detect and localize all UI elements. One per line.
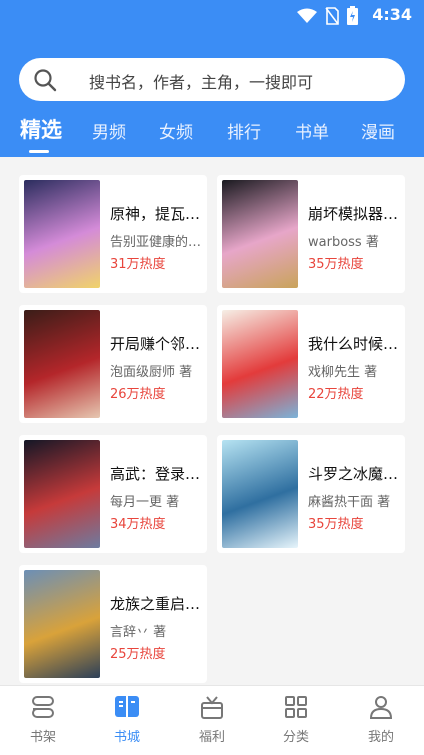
battery-icon — [347, 6, 358, 29]
tab-female[interactable]: 女频 — [159, 118, 193, 143]
book-cover — [24, 310, 100, 418]
nav-bookstore[interactable]: 书城 — [97, 694, 157, 745]
book-heat: 31万热度 — [110, 257, 166, 272]
book-title: 原神，提瓦… — [110, 205, 201, 223]
book-title: 龙族之重启… — [110, 595, 201, 613]
book-cover — [222, 310, 298, 418]
tab-ranking[interactable]: 排行 — [227, 118, 261, 143]
status-time: 4:34 — [372, 5, 412, 24]
book-heat: 22万热度 — [308, 387, 364, 402]
nav-bookshelf[interactable]: 书架 — [13, 694, 73, 745]
book-cover — [222, 180, 298, 288]
nav-label: 我的 — [367, 730, 394, 745]
book-open-icon — [114, 694, 140, 720]
tab-booklist[interactable]: 书单 — [295, 118, 329, 143]
book-card[interactable]: 崩坏模拟器… warboss 著 35万热度 — [217, 175, 405, 293]
bottom-nav: 书架 书城 福利 分类 我的 — [0, 685, 424, 755]
search-icon — [33, 68, 57, 92]
book-author: 泡面级厨师 著 — [110, 365, 193, 380]
book-card[interactable]: 我什么时候… 戏柳先生 著 22万热度 — [217, 305, 405, 423]
profile-icon — [368, 694, 394, 720]
book-author: warboss 著 — [308, 235, 379, 250]
status-bar: 4:34 — [0, 0, 424, 30]
book-grid: 原神，提瓦… 告别亚健康的… 31万热度 崩坏模拟器… warboss 著 35… — [0, 157, 424, 685]
search-placeholder: 搜书名，作者，主角，一搜即可 — [89, 73, 314, 92]
book-cover — [222, 440, 298, 548]
tab-featured[interactable]: 精选 — [20, 114, 62, 144]
book-title: 我什么时候… — [308, 335, 399, 353]
book-card[interactable]: 斗罗之冰魔… 麻酱热干面 著 35万热度 — [217, 435, 405, 553]
nav-category[interactable]: 分类 — [266, 694, 326, 745]
tab-comics[interactable]: 漫画 — [361, 118, 395, 143]
book-title: 开局赚个邻… — [110, 335, 201, 353]
nav-label: 福利 — [198, 730, 225, 745]
book-card[interactable]: 原神，提瓦… 告别亚健康的… 31万热度 — [19, 175, 207, 293]
wifi-icon — [297, 8, 317, 28]
nav-label: 分类 — [282, 730, 309, 745]
nav-label: 书城 — [113, 730, 140, 745]
category-tabs: 精选 男频 女频 排行 书单 漫画 — [0, 112, 424, 153]
book-heat: 25万热度 — [110, 647, 166, 662]
book-heat: 35万热度 — [308, 517, 364, 532]
book-cover — [24, 440, 100, 548]
book-author: 言辞丷 著 — [110, 625, 167, 640]
nav-label: 书架 — [29, 730, 56, 745]
book-author: 每月一更 著 — [110, 495, 180, 510]
search-input[interactable]: 搜书名，作者，主角，一搜即可 — [19, 58, 405, 101]
status-icons — [297, 6, 358, 29]
book-card[interactable]: 龙族之重启… 言辞丷 著 25万热度 — [19, 565, 207, 683]
book-title: 高武：登录… — [110, 465, 201, 483]
bookshelf-icon — [30, 694, 56, 720]
header: 4:34 搜书名，作者，主角，一搜即可 精选 男频 女频 排行 书单 漫画 — [0, 0, 424, 157]
gift-icon — [199, 694, 225, 720]
book-card[interactable]: 开局赚个邻… 泡面级厨师 著 26万热度 — [19, 305, 207, 423]
book-title: 崩坏模拟器… — [308, 205, 399, 223]
book-author: 告别亚健康的… — [110, 235, 202, 250]
book-card[interactable]: 高武：登录… 每月一更 著 34万热度 — [19, 435, 207, 553]
nav-profile[interactable]: 我的 — [351, 694, 411, 745]
no-sim-icon — [325, 6, 339, 29]
book-cover — [24, 570, 100, 678]
grid-icon — [283, 694, 309, 720]
tab-male[interactable]: 男频 — [92, 118, 126, 143]
book-cover — [24, 180, 100, 288]
book-heat: 34万热度 — [110, 517, 166, 532]
tab-indicator — [29, 150, 49, 153]
book-heat: 26万热度 — [110, 387, 166, 402]
nav-welfare[interactable]: 福利 — [182, 694, 242, 745]
book-title: 斗罗之冰魔… — [308, 465, 399, 483]
book-author: 戏柳先生 著 — [308, 365, 378, 380]
book-author: 麻酱热干面 著 — [308, 495, 391, 510]
book-heat: 35万热度 — [308, 257, 364, 272]
